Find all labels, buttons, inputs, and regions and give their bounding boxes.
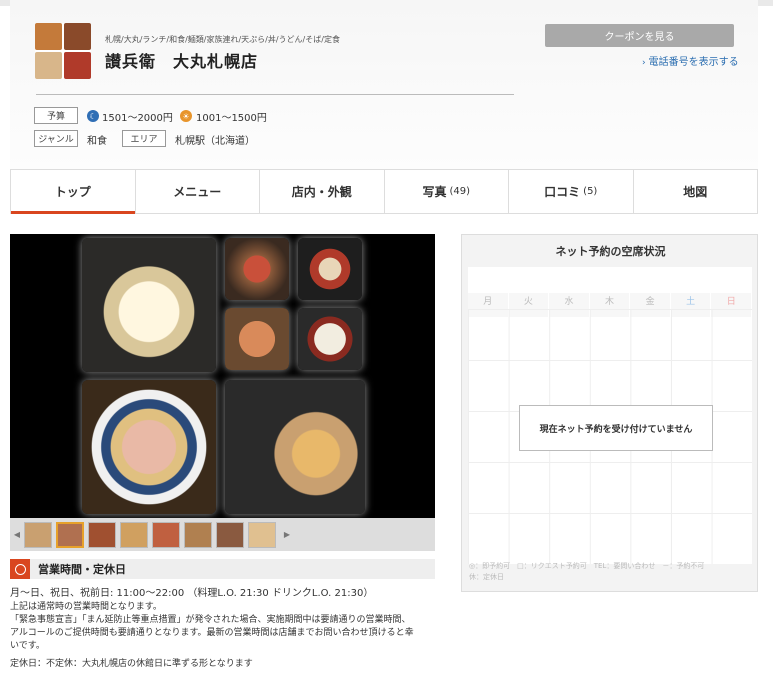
gallery-thumb[interactable] — [184, 521, 212, 548]
budget-lunch: 1001～1500円 — [196, 113, 267, 124]
gallery-thumb-selected[interactable] — [56, 521, 84, 548]
genre-value: 和食 — [87, 136, 107, 147]
tab-count: (5) — [583, 186, 598, 197]
shop-header: 札幌/大丸/ランチ/和食/麺類/家族連れ/天ぷら/丼/うどん/そば/定食 讃兵衛… — [10, 0, 758, 170]
tab-map[interactable]: 地図 — [634, 170, 758, 213]
photo-sashimi — [298, 238, 362, 300]
legend-line: 休：定休日 — [469, 573, 504, 581]
reservation-unavailable-message: 現在ネット予約を受け付けていません — [519, 405, 713, 451]
photo-set-meal — [225, 238, 289, 300]
reservation-panel: ネット予約の空席状況 月 火 水 木 金 土 日 現在ネット予約を受け付けていま… — [461, 234, 758, 592]
photo-gallery[interactable] — [10, 234, 435, 518]
budget-dinner: 1501～2000円 — [102, 113, 173, 124]
gallery-thumb[interactable] — [88, 521, 116, 548]
gallery-thumb[interactable] — [248, 521, 276, 548]
chevron-right-icon: › — [642, 58, 646, 68]
photo-tempura — [225, 308, 289, 370]
tab-top[interactable]: トップ — [11, 170, 136, 214]
area-value: 札幌駅（北海道） — [175, 136, 255, 147]
tab-interior[interactable]: 店内・外観 — [260, 170, 385, 213]
photo-noodle-set — [298, 308, 362, 370]
shop-name: 讃兵衛 大丸札幌店 — [105, 52, 259, 71]
gallery-thumb[interactable] — [216, 521, 244, 548]
gallery-thumb[interactable] — [24, 521, 52, 548]
prev-arrow-icon[interactable]: ◀ — [10, 530, 24, 539]
next-arrow-icon[interactable]: ▶ — [280, 530, 294, 539]
tab-photos[interactable]: 写真 (49) — [385, 170, 509, 213]
shop-tabs: トップ メニュー 店内・外観 写真 (49) 口コミ (5) 地図 — [10, 169, 758, 214]
photo-tempura-soba — [225, 380, 365, 514]
hours-text: 月～日、祝日、祝前日: 11:00～22:00 （料理L.O. 21:30 ドリ… — [10, 586, 440, 671]
coupon-button[interactable]: クーポンを見る — [545, 24, 734, 47]
show-phone-link[interactable]: › 電話番号を表示する — [642, 53, 739, 68]
photo-udon-egg — [82, 238, 216, 372]
closed-days: 定休日：不定休：大丸札幌店の休館日に準ずる形となります — [10, 659, 253, 669]
tab-label: メニュー — [173, 185, 222, 199]
show-phone-label: 電話番号を表示する — [648, 57, 739, 68]
tab-label: 写真 — [422, 185, 447, 199]
shop-tags: 札幌/大丸/ランチ/和食/麺類/家族連れ/天ぷら/丼/うどん/そば/定食 — [105, 35, 340, 44]
tab-label: トップ — [54, 185, 91, 199]
gallery-thumb[interactable] — [120, 521, 148, 548]
area-label: エリア — [122, 130, 166, 147]
hours-header: 営業時間・定休日 — [10, 559, 435, 579]
hours-line: アルコールのご提供時間も要請通りとなります。最新の営業時間は店舗までお問い合わせ… — [10, 628, 414, 638]
genre-label: ジャンル — [34, 130, 78, 147]
hours-line: 月～日、祝日、祝前日: 11:00～22:00 （料理L.O. 21:30 ドリ… — [10, 588, 374, 599]
tab-label: 地図 — [683, 185, 708, 199]
hours-line: 上記は通常時の営業時間となります。 — [10, 602, 162, 612]
gallery-thumb[interactable] — [152, 521, 180, 548]
hours-line: 「緊急事態宣言」「まん延防止等重点措置」が発令された場合、実施期間中は要請通りの… — [10, 615, 411, 625]
shop-thumbnail — [35, 23, 91, 79]
reservation-calendar: 月 火 水 木 金 土 日 現在ネット予約を受け付けていません — [468, 267, 753, 564]
hours-title: 営業時間・定休日 — [38, 563, 126, 576]
hours-line: いです。 — [10, 641, 45, 651]
budget-label: 予算 — [34, 107, 78, 124]
tab-label: 口コミ — [544, 185, 581, 199]
tab-reviews[interactable]: 口コミ (5) — [509, 170, 634, 213]
gallery-thumbnail-strip: ◀ ▶ — [10, 518, 435, 551]
header-divider — [36, 94, 514, 95]
tab-menu[interactable]: メニュー — [136, 170, 260, 213]
dinner-moon-icon: ☾ — [87, 110, 99, 122]
reservation-title: ネット予約の空席状況 — [555, 245, 666, 258]
tab-label: 店内・外観 — [291, 185, 352, 199]
legend-line: ◎：即予約可 □：リクエスト予約可 TEL：要問い合わせ －：予約不可 — [469, 562, 705, 570]
calendar-legend: ◎：即予約可 □：リクエスト予約可 TEL：要問い合わせ －：予約不可 休：定休… — [469, 561, 704, 583]
photo-pork-udon — [82, 380, 216, 514]
lunch-sun-icon: ☀ — [180, 110, 192, 122]
clock-icon — [10, 559, 30, 579]
tab-count: (49) — [449, 186, 471, 197]
